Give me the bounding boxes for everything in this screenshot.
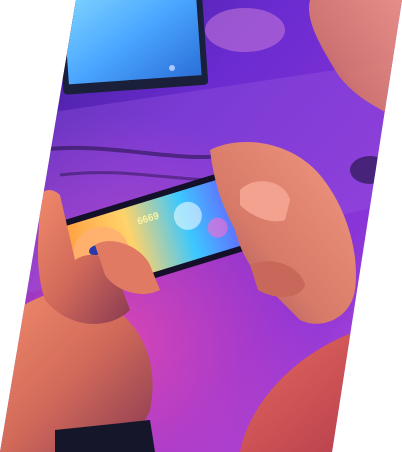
blurred-object bbox=[205, 8, 285, 52]
gaming-photo: 6669 bbox=[0, 0, 402, 452]
monitor-led bbox=[169, 65, 175, 71]
blurred-object-dark bbox=[350, 156, 390, 184]
photo-stage: 6669 bbox=[0, 0, 402, 452]
monitor bbox=[56, 0, 209, 95]
photo-frame-slanted: 6669 bbox=[0, 0, 402, 452]
